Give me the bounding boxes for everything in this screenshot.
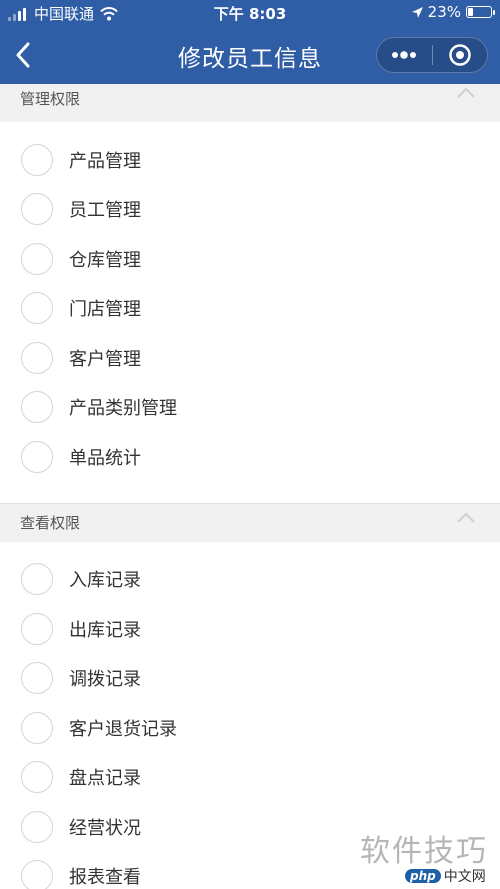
list-item[interactable]: 仓库管理 — [0, 234, 500, 284]
radio-button[interactable] — [21, 761, 53, 794]
item-label: 产品类别管理 — [69, 398, 177, 420]
item-label: 调拨记录 — [69, 669, 141, 691]
radio-button[interactable] — [21, 440, 53, 473]
manage-permission-list: 产品管理 员工管理 仓库管理 门店管理 客户管理 产品类别管理 单品统计 — [0, 122, 500, 482]
more-button[interactable] — [377, 38, 432, 72]
battery-percent: 23% — [427, 3, 461, 21]
section-header-manage[interactable]: 管理权限 — [0, 84, 500, 122]
radio-button[interactable] — [21, 193, 53, 226]
section-title: 管理权限 — [20, 90, 81, 108]
radio-button[interactable] — [21, 810, 53, 843]
section-gap — [0, 481, 500, 504]
list-item[interactable]: 盘点记录 — [0, 753, 500, 803]
menu-capsule — [376, 37, 488, 73]
permissions-content: 管理权限 产品管理 员工管理 仓库管理 门店管理 客户管理 产品类别管理 单品统… — [0, 84, 500, 889]
site-logo: php 中文网 — [405, 866, 486, 886]
item-label: 产品管理 — [69, 150, 141, 172]
location-arrow-icon — [411, 6, 423, 18]
close-target-icon — [448, 44, 471, 66]
item-label: 客户管理 — [69, 348, 141, 370]
section-header-view[interactable]: 查看权限 — [0, 503, 500, 542]
chevron-up-icon — [457, 87, 475, 98]
nav-bar: 修改员工信息 — [0, 26, 500, 84]
radio-button[interactable] — [21, 612, 53, 645]
watermark-text: 软件技巧 — [360, 834, 488, 869]
item-label: 入库记录 — [69, 570, 141, 592]
radio-button[interactable] — [21, 242, 53, 275]
radio-button[interactable] — [21, 662, 53, 695]
item-label: 出库记录 — [69, 619, 141, 641]
item-label: 经营状况 — [69, 817, 141, 839]
close-button[interactable] — [432, 38, 487, 72]
list-item[interactable]: 出库记录 — [0, 604, 500, 654]
status-right: 23% — [411, 3, 495, 21]
list-item[interactable]: 单品统计 — [0, 432, 500, 482]
battery-fill — [468, 8, 473, 16]
list-item[interactable]: 员工管理 — [0, 185, 500, 235]
item-label: 单品统计 — [69, 447, 141, 469]
radio-button[interactable] — [21, 391, 53, 424]
list-item[interactable]: 客户管理 — [0, 333, 500, 383]
item-label: 报表查看 — [69, 867, 141, 889]
radio-button[interactable] — [21, 143, 53, 176]
list-item[interactable]: 客户退货记录 — [0, 703, 500, 753]
logo-suffix: 中文网 — [443, 869, 486, 885]
radio-button[interactable] — [21, 563, 53, 596]
radio-button[interactable] — [21, 860, 53, 889]
battery-icon — [466, 6, 495, 18]
item-label: 盘点记录 — [69, 768, 141, 790]
list-item[interactable]: 产品类别管理 — [0, 383, 500, 433]
radio-button[interactable] — [21, 341, 53, 374]
radio-button[interactable] — [21, 711, 53, 744]
item-label: 客户退货记录 — [69, 718, 177, 740]
item-label: 员工管理 — [69, 200, 141, 222]
status-bar: 中国联通 下午 8:03 23% — [0, 0, 500, 26]
chevron-up-icon — [457, 512, 475, 523]
more-dots-icon — [392, 51, 417, 59]
list-item[interactable]: 门店管理 — [0, 284, 500, 334]
logo-php: php — [405, 869, 441, 883]
item-label: 仓库管理 — [69, 249, 141, 271]
list-item[interactable]: 入库记录 — [0, 555, 500, 605]
item-label: 门店管理 — [69, 299, 141, 321]
section-title: 查看权限 — [20, 513, 81, 532]
list-item[interactable]: 产品管理 — [0, 135, 500, 185]
list-item[interactable]: 调拨记录 — [0, 654, 500, 704]
radio-button[interactable] — [21, 292, 53, 325]
